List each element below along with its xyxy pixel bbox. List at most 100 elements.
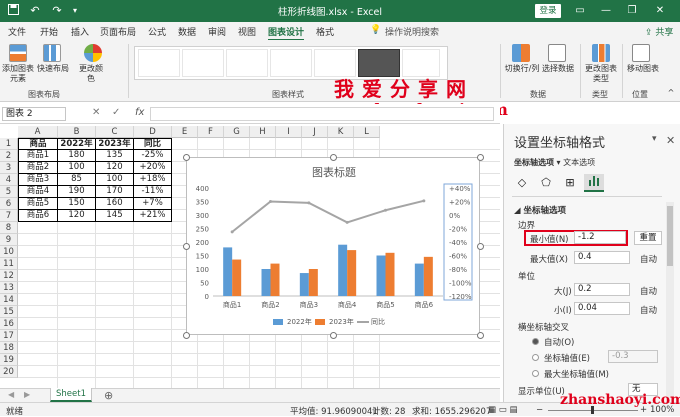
resize-handle[interactable]	[330, 154, 337, 161]
resize-handle[interactable]	[330, 332, 337, 339]
login-button[interactable]: 登录	[535, 4, 561, 18]
section-axis-options[interactable]: ◢ 坐标轴选项	[514, 204, 566, 216]
change-colors-button[interactable]: 更改颜色	[76, 64, 106, 84]
column-header[interactable]: G	[224, 126, 250, 138]
row-header[interactable]: 17	[0, 330, 18, 342]
chart-style-thumb[interactable]	[226, 49, 268, 77]
max-input[interactable]: 0.4	[574, 251, 630, 264]
cross-value-radio[interactable]	[532, 354, 539, 361]
resize-handle[interactable]	[477, 243, 484, 250]
customize-icon[interactable]: ▾	[70, 4, 80, 18]
resize-handle[interactable]	[183, 154, 190, 161]
collapse-ribbon-icon[interactable]: ^	[666, 88, 676, 98]
table-cell[interactable]: 135	[96, 150, 134, 162]
table-cell[interactable]: +21%	[134, 210, 172, 222]
panel-dropdown-icon[interactable]: ▾	[652, 134, 657, 144]
column-header[interactable]: I	[276, 126, 302, 138]
table-cell[interactable]: +18%	[134, 174, 172, 186]
ribbon-options-icon[interactable]: ▭	[572, 3, 588, 18]
close-panel-icon[interactable]: ✕	[666, 134, 675, 147]
table-cell[interactable]: 商品5	[18, 198, 58, 210]
tab-insert[interactable]: 插入	[71, 25, 89, 38]
add-chart-element-button[interactable]: 添加图表元素	[2, 64, 34, 84]
row-header[interactable]: 13	[0, 282, 18, 294]
tab-home[interactable]: 开始	[40, 25, 58, 38]
enter-icon[interactable]: ✓	[112, 107, 120, 118]
row-header[interactable]: 6	[0, 198, 18, 210]
select-data-button[interactable]: 选择数据	[540, 64, 576, 74]
table-cell[interactable]: 85	[58, 174, 96, 186]
table-cell[interactable]: 120	[58, 210, 96, 222]
minimize-icon[interactable]: —	[598, 3, 614, 18]
chart-style-thumb[interactable]	[182, 49, 224, 77]
min-input[interactable]: -1.2	[574, 231, 626, 244]
chart-object[interactable]: 图表标题 0 50 100 150 200 250 300 350 400 +40% +20% 0% -…	[183, 154, 484, 339]
add-sheet-icon[interactable]: ⊕	[104, 389, 113, 402]
column-header[interactable]: C	[96, 126, 134, 138]
row-header[interactable]: 1	[0, 138, 18, 150]
row-header[interactable]: 4	[0, 174, 18, 186]
table-cell[interactable]: -25%	[134, 150, 172, 162]
cancel-icon[interactable]: ✕	[92, 107, 100, 118]
size-properties-icon[interactable]: ⊞	[560, 174, 580, 192]
table-header-cell[interactable]: 2022年	[58, 138, 96, 150]
formula-input[interactable]	[150, 107, 494, 121]
tab-text-options[interactable]: 文本选项	[563, 158, 595, 167]
table-cell[interactable]: +20%	[134, 162, 172, 174]
table-header-cell[interactable]: 商品	[18, 138, 58, 150]
resize-handle[interactable]	[477, 332, 484, 339]
column-header[interactable]: F	[198, 126, 224, 138]
next-sheet-icon[interactable]: ▶	[24, 390, 30, 399]
name-box[interactable]: 图表 2	[2, 107, 66, 121]
row-header[interactable]: 7	[0, 210, 18, 222]
prev-sheet-icon[interactable]: ◀	[8, 390, 14, 399]
table-cell[interactable]: -11%	[134, 186, 172, 198]
column-header[interactable]: J	[302, 126, 328, 138]
row-header[interactable]: 14	[0, 294, 18, 306]
tab-view[interactable]: 视图	[238, 25, 256, 38]
major-input[interactable]: 0.2	[574, 283, 630, 296]
max-auto-label[interactable]: 自动	[640, 253, 657, 265]
table-cell[interactable]: 170	[96, 186, 134, 198]
column-header[interactable]: E	[172, 126, 198, 138]
effects-icon[interactable]: ⬠	[536, 174, 556, 192]
close-icon[interactable]: ✕	[652, 3, 668, 18]
row-header[interactable]: 9	[0, 234, 18, 246]
table-header-cell[interactable]: 2023年	[96, 138, 134, 150]
column-header[interactable]: A	[18, 126, 58, 138]
sheet-tab[interactable]: Sheet1	[50, 388, 92, 402]
undo-icon[interactable]: ↶	[28, 4, 42, 18]
change-chart-type-button[interactable]: 更改图表类型	[584, 64, 618, 84]
table-cell[interactable]: 180	[58, 150, 96, 162]
fill-line-icon[interactable]: ◇	[512, 174, 532, 192]
tab-file[interactable]: 文件	[8, 25, 26, 38]
row-header[interactable]: 8	[0, 222, 18, 234]
column-header[interactable]: D	[134, 126, 172, 138]
table-cell[interactable]: 100	[96, 174, 134, 186]
table-cell[interactable]: +7%	[134, 198, 172, 210]
cross-auto-radio[interactable]	[532, 338, 539, 345]
restore-icon[interactable]: ❐	[624, 3, 640, 18]
view-buttons[interactable]: ▦ ▭ ▤	[488, 405, 528, 415]
row-header[interactable]: 12	[0, 270, 18, 282]
minor-input[interactable]: 0.04	[574, 302, 630, 315]
cross-value-input[interactable]: -0.3	[608, 350, 658, 363]
save-icon[interactable]	[6, 4, 20, 18]
tab-page-layout[interactable]: 页面布局	[100, 25, 136, 38]
row-header[interactable]: 5	[0, 186, 18, 198]
zoom-out-icon[interactable]: −	[536, 405, 543, 415]
table-cell[interactable]: 120	[96, 162, 134, 174]
tab-axis-options[interactable]: 坐标轴选项	[514, 158, 554, 167]
reset-button[interactable]: 重置	[634, 231, 662, 245]
resize-handle[interactable]	[183, 243, 190, 250]
table-cell[interactable]: 商品4	[18, 186, 58, 198]
table-header-cell[interactable]: 同比	[134, 138, 172, 150]
panel-scrollbar-thumb[interactable]	[667, 206, 673, 266]
tab-format[interactable]: 格式	[316, 25, 334, 38]
redo-icon[interactable]: ↷	[50, 4, 64, 18]
table-cell[interactable]: 150	[58, 198, 96, 210]
axis-options-icon[interactable]	[584, 174, 604, 192]
table-cell[interactable]: 商品2	[18, 162, 58, 174]
row-header[interactable]: 19	[0, 354, 18, 366]
table-cell[interactable]: 100	[58, 162, 96, 174]
